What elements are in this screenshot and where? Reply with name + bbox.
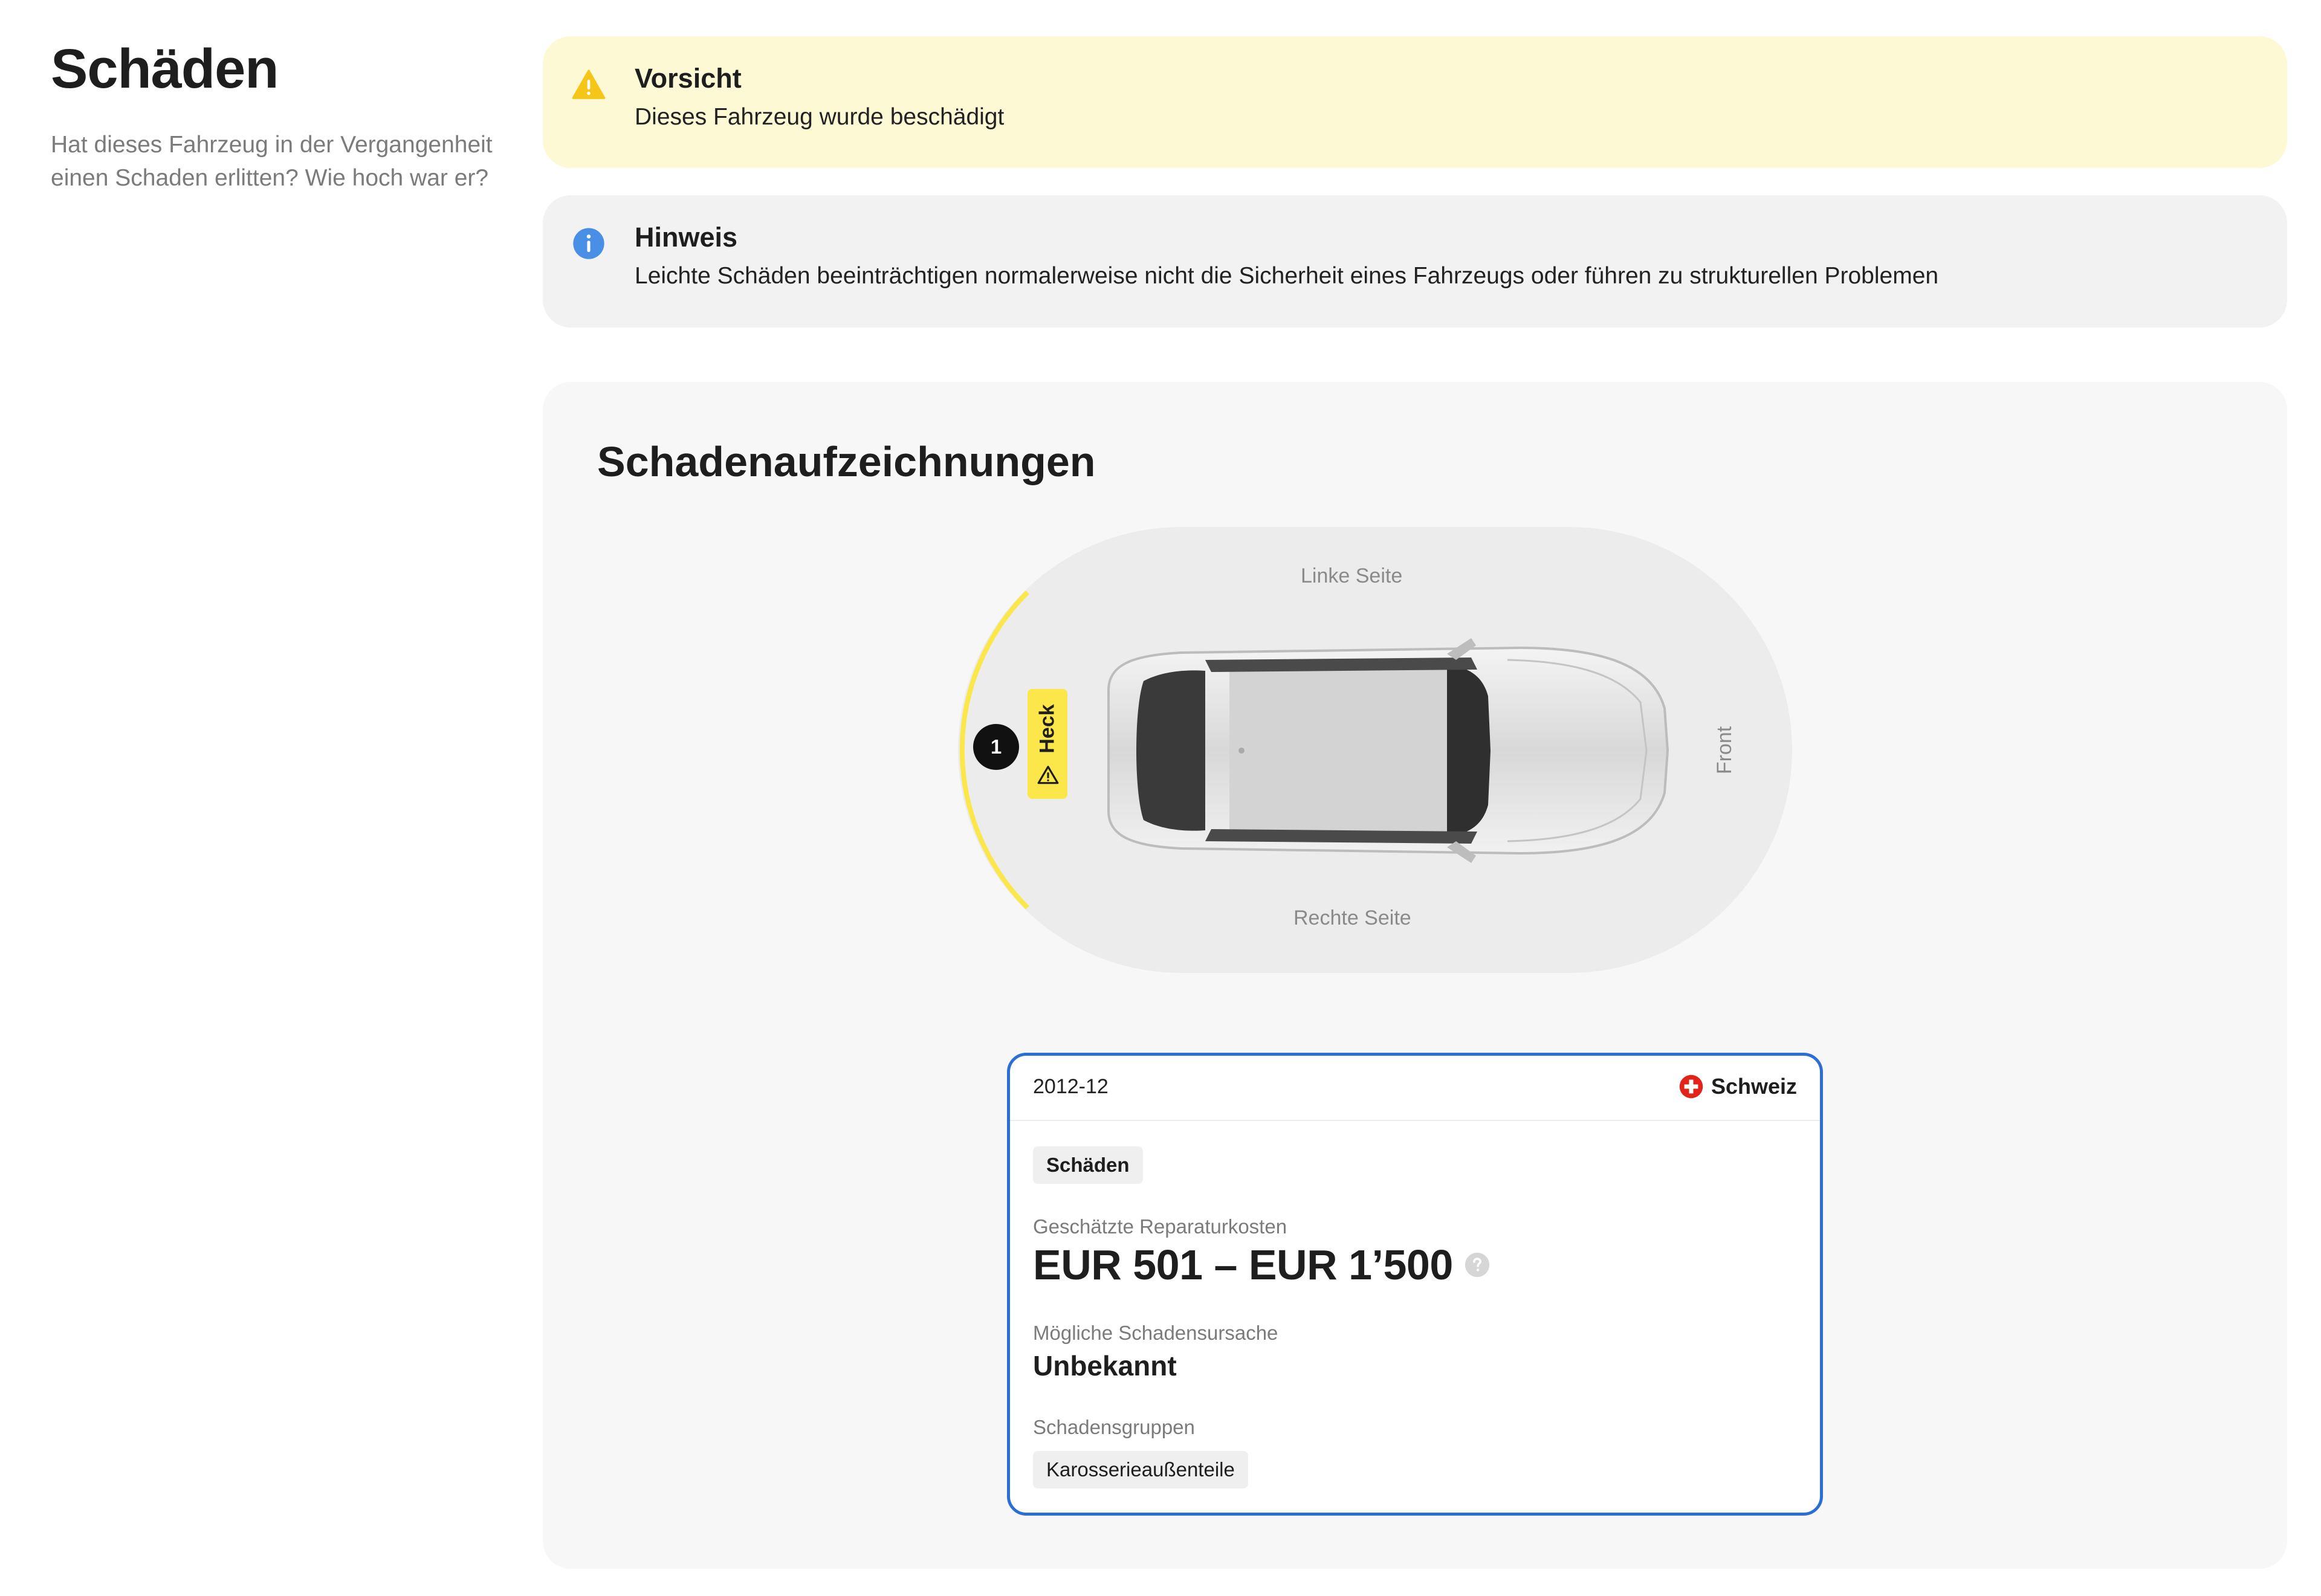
warning-title: Vorsicht: [635, 63, 742, 94]
damage-group-chip: Karosserieaußenteile: [1033, 1451, 1248, 1488]
repair-cost: EUR 501 – EUR 1’500: [1033, 1241, 1491, 1289]
front-label: Front: [1713, 726, 1737, 775]
damage-cause-label: Mögliche Schadensursache: [1033, 1322, 1278, 1344]
info-title: Hinweis: [635, 222, 738, 253]
damage-groups-label: Schadensgruppen: [1033, 1416, 1195, 1438]
help-icon[interactable]: [1464, 1252, 1491, 1278]
car-top-view-image: [1107, 638, 1669, 863]
damage-record-card[interactable]: 2012-12 Schweiz Schäden Geschätzte Repar…: [1007, 1053, 1823, 1516]
swiss-flag-icon: [1679, 1074, 1703, 1099]
right-side-label: Rechte Seite: [1293, 906, 1411, 929]
warning-icon: [572, 69, 606, 99]
rear-damage-tag[interactable]: Heck: [1028, 689, 1067, 799]
records-title: Schadenaufzeichnungen: [597, 438, 1096, 485]
section-intro: Schäden Hat dieses Fahrzeug in der Verga…: [51, 34, 498, 195]
card-header: 2012-12 Schweiz: [1010, 1056, 1820, 1121]
warning-triangle-icon: [1037, 766, 1059, 784]
vehicle-damage-diagram: Linke Seite Rechte Seite Front Heck 1: [957, 527, 1858, 986]
record-country: Schweiz: [1678, 1074, 1797, 1099]
repair-cost-label: Geschätzte Reparaturkosten: [1033, 1215, 1287, 1238]
info-alert: Hinweis Leichte Schäden beeinträchtigen …: [543, 195, 2287, 328]
repair-cost-value: EUR 501 – EUR 1’500: [1033, 1241, 1453, 1288]
rear-tag-label: Heck: [1035, 704, 1059, 754]
warning-text: Dieses Fahrzeug wurde beschädigt: [635, 104, 1005, 130]
warning-alert: Vorsicht Dieses Fahrzeug wurde beschädig…: [543, 36, 2287, 168]
damage-count-badge[interactable]: 1: [973, 724, 1019, 770]
damage-records-panel: Schadenaufzeichnungen Linke Seite Rechte…: [543, 382, 2287, 1569]
damage-cause-value: Unbekannt: [1033, 1350, 1177, 1381]
category-badge: Schäden: [1033, 1146, 1143, 1184]
info-icon: [573, 228, 604, 259]
country-name: Schweiz: [1711, 1074, 1797, 1099]
left-side-label: Linke Seite: [1301, 564, 1403, 587]
page-title: Schäden: [51, 38, 279, 100]
info-text: Leichte Schäden beeinträchtigen normaler…: [635, 263, 1939, 289]
record-date: 2012-12: [1033, 1075, 1109, 1098]
page-subtitle: Hat dieses Fahrzeug in der Vergangenheit…: [51, 132, 493, 191]
